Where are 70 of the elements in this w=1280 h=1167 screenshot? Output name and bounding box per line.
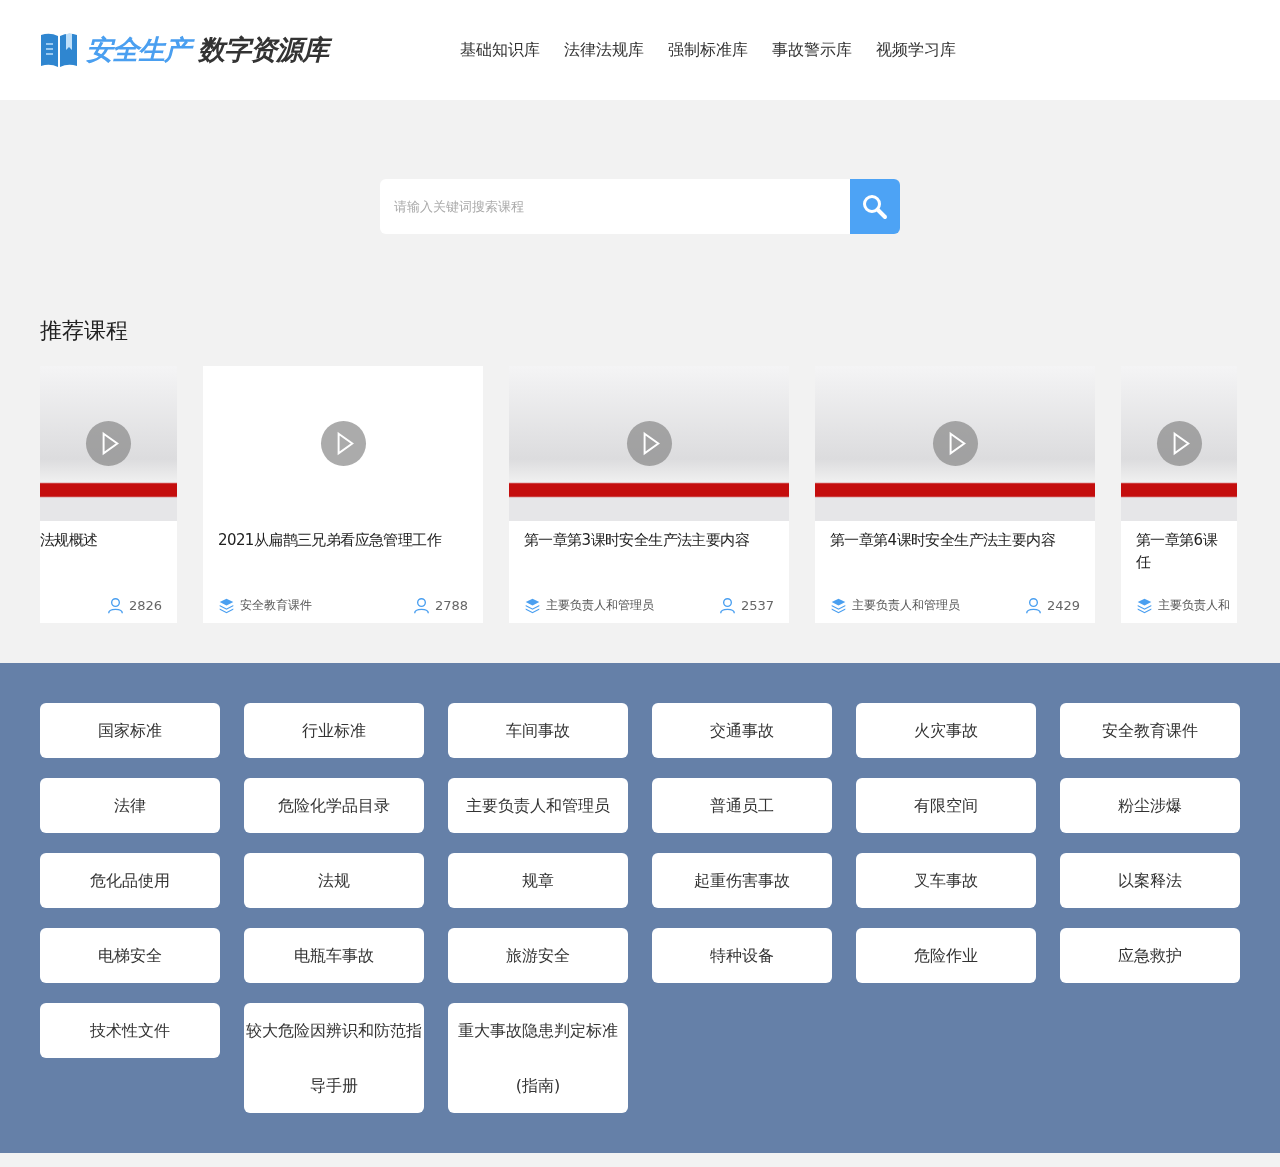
play-icon[interactable] <box>1155 420 1203 467</box>
course-category: 主要负责人和管理员 <box>852 597 960 614</box>
nav-link[interactable]: 强制标准库 <box>668 39 748 61</box>
user-icon <box>106 597 124 614</box>
category-button[interactable]: 旅游安全 <box>448 928 628 983</box>
category-button[interactable]: 电梯安全 <box>40 928 220 983</box>
book-icon <box>40 32 78 68</box>
search-icon <box>861 192 889 221</box>
course-category: 主要负责人和 <box>1158 597 1230 614</box>
layers-icon <box>218 597 235 614</box>
nav-link[interactable]: 法律法规库 <box>564 39 644 61</box>
course-title: 第一章第3课时安全生产法主要内容 <box>524 530 750 551</box>
category-button[interactable]: 特种设备 <box>652 928 832 983</box>
course-title: 任 <box>1136 552 1152 573</box>
category-button[interactable]: 重大事故隐患判定标准(指南) <box>448 1003 628 1113</box>
category-button[interactable]: 叉车事故 <box>856 853 1036 908</box>
course-title: 第一章第4课时安全生产法主要内容 <box>830 530 1056 551</box>
category-button[interactable]: 国家标准 <box>40 703 220 758</box>
course-category: 主要负责人和管理员 <box>546 597 654 614</box>
play-icon[interactable] <box>625 420 673 467</box>
course-card[interactable]: 第一章第4课时安全生产法主要内容 主要负责人和管理员 2429 <box>815 366 1095 623</box>
user-icon <box>718 597 736 614</box>
user-icon <box>412 597 430 614</box>
view-count: 2788 <box>434 598 468 613</box>
category-button[interactable]: 有限空间 <box>856 778 1036 833</box>
category-button[interactable]: 较大危险因辨识和防范指导手册 <box>244 1003 424 1113</box>
category-button[interactable]: 主要负责人和管理员 <box>448 778 628 833</box>
category-button[interactable]: 行业标准 <box>244 703 424 758</box>
category-button[interactable]: 粉尘涉爆 <box>1060 778 1240 833</box>
course-category: 安全教育课件 <box>240 597 312 614</box>
view-count: 2429 <box>1046 598 1080 613</box>
category-button[interactable]: 电瓶车事故 <box>244 928 424 983</box>
category-button[interactable]: 危化品使用 <box>40 853 220 908</box>
course-card[interactable]: 第一章第6课 任 主要负责人和 <box>1121 366 1237 623</box>
logo-text: 安全生产 <box>86 32 198 68</box>
play-icon[interactable] <box>319 420 367 467</box>
course-card[interactable]: 第一章第3课时安全生产法主要内容 主要负责人和管理员 2537 <box>509 366 789 623</box>
course-title: 第一章第6课 <box>1136 530 1219 551</box>
category-button[interactable]: 应急救护 <box>1060 928 1240 983</box>
category-button[interactable]: 起重伤害事故 <box>652 853 832 908</box>
search-button[interactable] <box>850 179 900 234</box>
play-icon[interactable] <box>85 420 132 467</box>
view-count: 2826 <box>128 598 162 613</box>
nav-link[interactable]: 事故警示库 <box>772 39 852 61</box>
category-button[interactable]: 安全教育课件 <box>1060 703 1240 758</box>
section-title: 推荐课程 <box>40 317 129 345</box>
nav-link[interactable]: 视频学习库 <box>876 39 956 61</box>
category-button[interactable]: 火灾事故 <box>856 703 1036 758</box>
category-button[interactable]: 技术性文件 <box>40 1003 220 1058</box>
category-button[interactable]: 普通员工 <box>652 778 832 833</box>
course-card[interactable]: 2021从扁鹊三兄弟看应急管理工作 安全教育课件 2788 <box>203 366 483 623</box>
user-icon <box>1024 597 1042 614</box>
nav-link[interactable]: 基础知识库 <box>460 39 540 61</box>
view-count: 2537 <box>740 598 774 613</box>
play-icon[interactable] <box>931 420 979 467</box>
search-field[interactable]: 请输入关键词搜索课程 <box>380 179 850 234</box>
category-button[interactable]: 法律 <box>40 778 220 833</box>
category-button[interactable]: 交通事故 <box>652 703 832 758</box>
category-button[interactable]: 以案释法 <box>1060 853 1240 908</box>
layers-icon <box>1136 597 1153 614</box>
course-title: 2021从扁鹊三兄弟看应急管理工作 <box>218 530 443 551</box>
category-button[interactable]: 车间事故 <box>448 703 628 758</box>
category-button[interactable]: 危险作业 <box>856 928 1036 983</box>
category-button[interactable]: 规章 <box>448 853 628 908</box>
layers-icon <box>830 597 847 614</box>
course-card[interactable]: 法规概述 2826 <box>40 366 177 623</box>
layers-icon <box>524 597 541 614</box>
category-button[interactable]: 危险化学品目录 <box>244 778 424 833</box>
course-title: 法规概述 <box>40 530 99 551</box>
category-button[interactable]: 法规 <box>244 853 424 908</box>
